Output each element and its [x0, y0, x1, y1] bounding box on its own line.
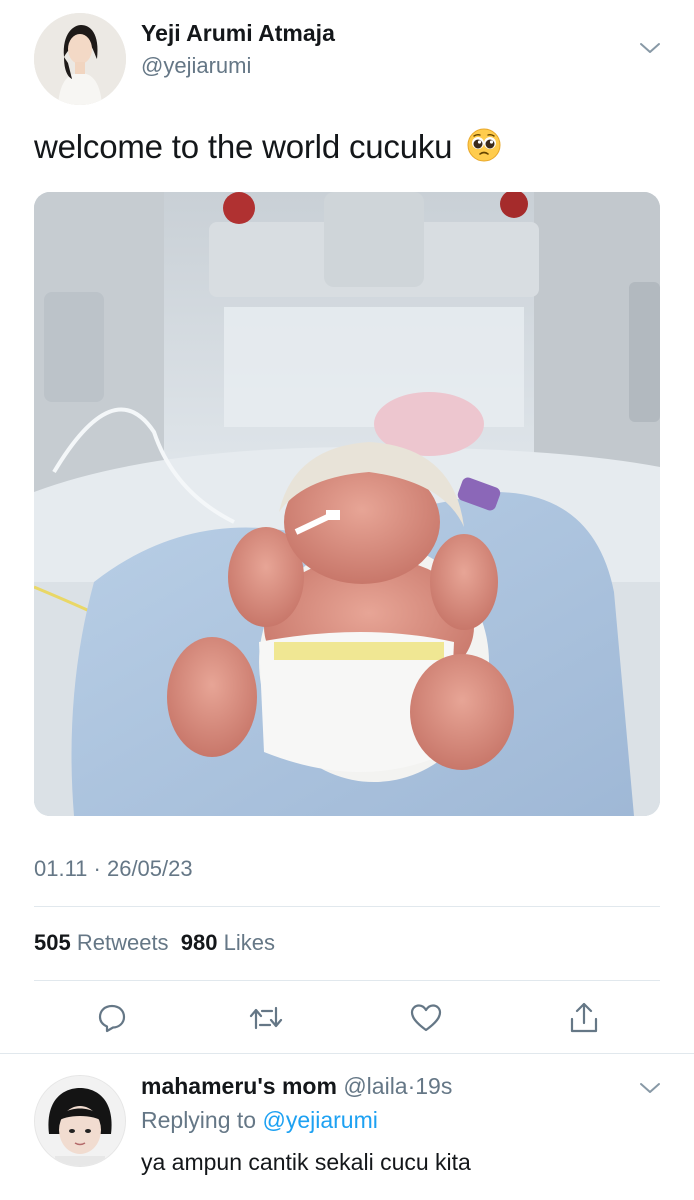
replying-prefix: Replying to: [141, 1107, 257, 1133]
reply-header: mahameru's mom @laila·19s: [141, 1073, 452, 1100]
divider: [34, 906, 660, 907]
divider: [34, 980, 660, 981]
tweet-timestamp[interactable]: 01.11 · 26/05/23: [34, 856, 193, 882]
retweet-icon[interactable]: [246, 998, 286, 1038]
retweets-label: Retweets: [76, 930, 169, 955]
reply-text: ya ampun cantik sekali cucu kita: [141, 1149, 471, 1175]
share-icon[interactable]: [564, 998, 604, 1038]
reply-author-name[interactable]: mahameru's mom: [141, 1073, 337, 1099]
tweet-stats: 505 Retweets 980 Likes: [34, 930, 275, 956]
replying-to-link[interactable]: @yejiarumi: [262, 1107, 377, 1133]
author-avatar[interactable]: [34, 13, 126, 105]
chevron-down-icon[interactable]: [638, 1078, 662, 1098]
tweet-text-content: welcome to the world cucuku: [34, 128, 453, 165]
divider: [0, 1053, 694, 1054]
retweet-stat[interactable]: 505 Retweets: [34, 930, 169, 955]
like-icon[interactable]: [406, 998, 446, 1038]
likes-label: Likes: [223, 930, 275, 955]
likes-count: 980: [180, 930, 218, 955]
author-name[interactable]: Yeji Arumi Atmaja: [141, 20, 335, 47]
tweet-photo[interactable]: [34, 192, 660, 816]
replying-to: Replying to @yejiarumi: [141, 1107, 378, 1134]
reply-author-avatar[interactable]: [34, 1075, 126, 1167]
pleading-face-emoji-icon: [467, 128, 501, 170]
likes-stat[interactable]: 980 Likes: [181, 930, 275, 955]
retweets-count: 505: [34, 930, 71, 955]
reply-author-handle[interactable]: @laila: [343, 1073, 407, 1099]
reply-time: 19s: [415, 1073, 453, 1099]
author-handle[interactable]: @yejiarumi: [141, 53, 251, 79]
reply-icon[interactable]: [92, 998, 132, 1038]
chevron-down-icon[interactable]: [638, 38, 662, 58]
tweet-text: welcome to the world cucuku: [34, 128, 501, 170]
